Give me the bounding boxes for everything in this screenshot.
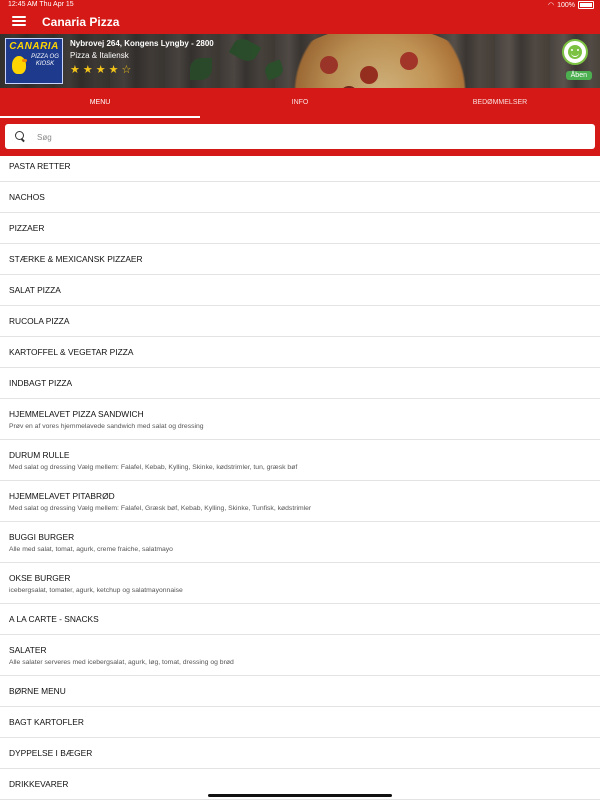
menu-category-row[interactable]: SALATER Alle salater serveres med iceberg… <box>0 635 600 676</box>
menu-category-row[interactable]: BAGT KARTOFLER <box>0 707 600 738</box>
tab-bar: MENU INFO BEDØMMELSER <box>0 88 600 118</box>
category-description: Alle med salat, tomat, agurk, creme frai… <box>9 545 173 553</box>
menu-category-row[interactable]: SALAT PIZZA <box>0 275 600 306</box>
category-title: NACHOS <box>9 192 45 202</box>
search-input[interactable] <box>35 128 579 146</box>
category-title: DRIKKEVARER <box>9 779 69 789</box>
category-title: INDBAGT PIZZA <box>9 378 73 388</box>
app-title: Canaria Pizza <box>42 15 120 29</box>
menu-category-row[interactable]: BUGGI BURGER Alle med salat, tomat, agurk… <box>0 522 600 563</box>
category-title: BUGGI BURGER <box>9 531 75 542</box>
menu-category-row[interactable]: PIZZAER <box>0 213 600 244</box>
category-title: SALAT PIZZA <box>9 285 61 295</box>
category-title: PIZZAER <box>9 223 45 233</box>
star-icon: ★ <box>82 64 93 76</box>
menu-category-row[interactable]: NACHOS <box>0 182 600 213</box>
restaurant-cuisine: Pizza & Italiensk <box>70 51 129 60</box>
restaurant-logo: CANARIA PIZZA OG KIOSK <box>5 38 63 84</box>
half-star-icon: ☆ <box>121 64 132 76</box>
menu-category-row[interactable]: HJEMMELAVET PITABRØD Med salat og dressin… <box>0 481 600 522</box>
home-indicator <box>208 794 392 797</box>
battery-level: 100% <box>557 1 575 9</box>
star-icon: ★ <box>95 64 106 76</box>
tab-menu[interactable]: MENU <box>0 88 200 118</box>
menu-category-row[interactable]: OKSE BURGER icebergsalat, tomater, agurk,… <box>0 563 600 604</box>
menu-category-row[interactable]: DURUM RULLE Med salat og dressing Vælg me… <box>0 440 600 481</box>
category-description: Med salat og dressing Vælg mellem: Falaf… <box>9 463 298 471</box>
category-title: STÆRKE & MEXICANSK PIZZAER <box>9 254 143 264</box>
category-description: Prøv en af vores hjemmelavede sandwich m… <box>9 422 204 430</box>
category-title: BØRNE MENU <box>9 686 66 696</box>
category-title: KARTOFFEL & VEGETAR PIZZA <box>9 347 134 357</box>
tab-info[interactable]: INFO <box>200 88 400 118</box>
tab-reviews[interactable]: BEDØMMELSER <box>400 88 600 118</box>
menu-category-row[interactable]: KARTOFFEL & VEGETAR PIZZA <box>0 337 600 368</box>
search-box <box>5 124 595 149</box>
category-description: Med salat og dressing Vælg mellem: Falaf… <box>9 504 312 512</box>
category-title: A LA CARTE - SNACKS <box>9 614 99 624</box>
search-icon <box>15 131 24 140</box>
battery-icon <box>578 1 594 9</box>
category-title: OKSE BURGER <box>9 572 71 583</box>
star-icon: ★ <box>108 64 119 76</box>
menu-category-row[interactable]: BØRNE MENU <box>0 676 600 707</box>
open-status-badge: Åben <box>565 71 592 80</box>
category-description: Alle salater serveres med icebergsalat, … <box>9 658 234 666</box>
category-title: DURUM RULLE <box>9 449 70 460</box>
category-title: PASTA RETTER <box>9 161 71 171</box>
status-bar: 12:45 AM Thu Apr 15 ◠ 100% <box>0 0 600 10</box>
status-time: 12:45 AM Thu Apr 15 <box>8 1 74 8</box>
canary-icon <box>12 56 27 74</box>
menu-category-row[interactable]: STÆRKE & MEXICANSK PIZZAER <box>0 244 600 275</box>
menu-category-row[interactable]: RUCOLA PIZZA <box>0 306 600 337</box>
category-description: icebergsalat, tomater, agurk, ketchup og… <box>9 586 183 594</box>
menu-category-row[interactable]: PASTA RETTER <box>0 151 600 182</box>
category-title: HJEMMELAVET PIZZA SANDWICH <box>9 408 144 419</box>
status-right: ◠ 100% <box>548 1 594 9</box>
menu-category-row[interactable]: HJEMMELAVET PIZZA SANDWICH Prøv en af vor… <box>0 399 600 440</box>
category-title: BAGT KARTOFLER <box>9 717 84 727</box>
menu-category-row[interactable]: INDBAGT PIZZA <box>0 368 600 399</box>
menu-category-list: PASTA RETTER NACHOS PIZZAER STÆRKE & MEXICA… <box>0 151 600 800</box>
category-title: SALATER <box>9 644 47 655</box>
restaurant-header: CANARIA PIZZA OG KIOSK Nybrovej 264, Kon… <box>0 34 600 88</box>
category-title: DYPPELSE I BÆGER <box>9 748 93 758</box>
category-title: RUCOLA PIZZA <box>9 316 70 326</box>
app-bar: Canaria Pizza <box>0 10 600 34</box>
category-title: HJEMMELAVET PITABRØD <box>9 490 115 501</box>
menu-category-row[interactable]: A LA CARTE - SNACKS <box>0 604 600 635</box>
hamburger-menu-icon[interactable] <box>12 14 26 28</box>
restaurant-address: Nybrovej 264, Kongens Lyngby - 2800 <box>70 39 214 48</box>
food-control-smiley-icon[interactable] <box>562 39 588 65</box>
wifi-icon: ◠ <box>547 2 555 9</box>
rating-stars: ★ ★ ★ ★ ☆ <box>70 65 131 76</box>
star-icon: ★ <box>70 64 80 76</box>
menu-category-row[interactable]: DYPPELSE I BÆGER <box>0 738 600 769</box>
